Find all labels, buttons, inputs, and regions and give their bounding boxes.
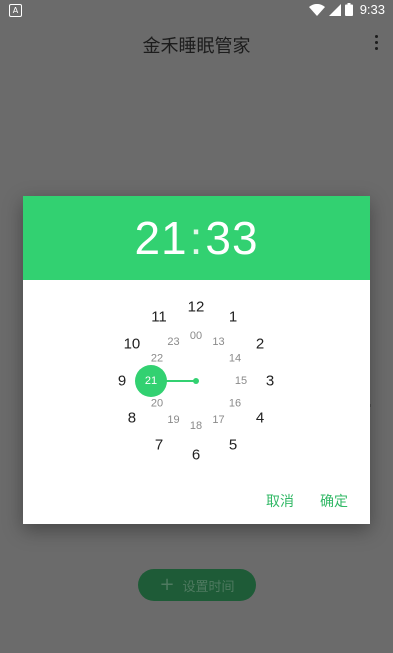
wifi-icon xyxy=(308,3,325,16)
hour-outer-7[interactable]: 7 xyxy=(155,437,163,454)
clock-center-dot xyxy=(193,378,199,384)
set-time-button[interactable]: + 设置时间 xyxy=(138,569,256,601)
hour-inner-21[interactable]: 21 xyxy=(145,375,157,387)
hour-outer-1[interactable]: 1 xyxy=(229,308,237,325)
status-bar: A 9:33 xyxy=(0,0,393,22)
minute-display[interactable]: 33 xyxy=(205,212,258,264)
hour-outer-9[interactable]: 9 xyxy=(118,373,126,390)
hour-inner-00[interactable]: 00 xyxy=(190,330,202,342)
selected-time: 21:33 xyxy=(134,211,258,265)
time-picker-dialog: 21:33 12 1 2 3 4 5 6 7 8 9 10 11 00 13 14 15 16 17 18 19 20 2… xyxy=(23,196,370,524)
hour-inner-20[interactable]: 20 xyxy=(151,398,163,410)
clock-dial[interactable]: 121234567891011001314151617181920212223 xyxy=(23,280,370,480)
hour-outer-5[interactable]: 5 xyxy=(229,437,237,454)
set-time-label: 设置时间 xyxy=(182,579,235,595)
hour-outer-10[interactable]: 10 xyxy=(124,336,141,353)
hour-outer-4[interactable]: 4 xyxy=(256,410,264,427)
ok-button[interactable]: 确定 xyxy=(320,491,348,511)
hour-outer-2[interactable]: 2 xyxy=(256,336,264,353)
hour-display[interactable]: 21 xyxy=(134,212,187,264)
battery-icon xyxy=(344,3,353,16)
time-separator: : xyxy=(189,212,204,264)
hour-outer-12[interactable]: 12 xyxy=(188,299,205,316)
hour-inner-14[interactable]: 14 xyxy=(229,353,241,365)
hour-inner-22[interactable]: 22 xyxy=(151,353,163,365)
hour-outer-11[interactable]: 11 xyxy=(151,308,167,325)
hour-outer-3[interactable]: 3 xyxy=(266,373,274,390)
hour-outer-6[interactable]: 6 xyxy=(192,447,200,464)
dialog-actions: 取消 确定 xyxy=(266,491,348,511)
hour-inner-16[interactable]: 16 xyxy=(229,398,241,410)
cell-signal-icon xyxy=(328,3,341,16)
app-title: 金禾睡眠管家 xyxy=(142,36,251,57)
hour-inner-19[interactable]: 19 xyxy=(167,414,179,426)
status-icons: 9:33 xyxy=(308,2,385,17)
plus-icon: + xyxy=(159,574,175,595)
status-time: 9:33 xyxy=(359,2,385,17)
hour-inner-23[interactable]: 23 xyxy=(167,336,179,348)
notification-icon: A xyxy=(9,4,22,17)
hour-inner-18[interactable]: 18 xyxy=(190,420,202,432)
hour-outer-8[interactable]: 8 xyxy=(128,410,136,427)
hour-inner-13[interactable]: 13 xyxy=(212,336,224,348)
hour-inner-17[interactable]: 17 xyxy=(212,414,224,426)
hour-inner-15[interactable]: 15 xyxy=(235,375,247,387)
cancel-button[interactable]: 取消 xyxy=(266,491,294,511)
overflow-menu-icon[interactable] xyxy=(371,32,381,52)
time-picker-header: 21:33 xyxy=(23,196,370,280)
app-bar: 金禾睡眠管家 xyxy=(0,22,393,66)
